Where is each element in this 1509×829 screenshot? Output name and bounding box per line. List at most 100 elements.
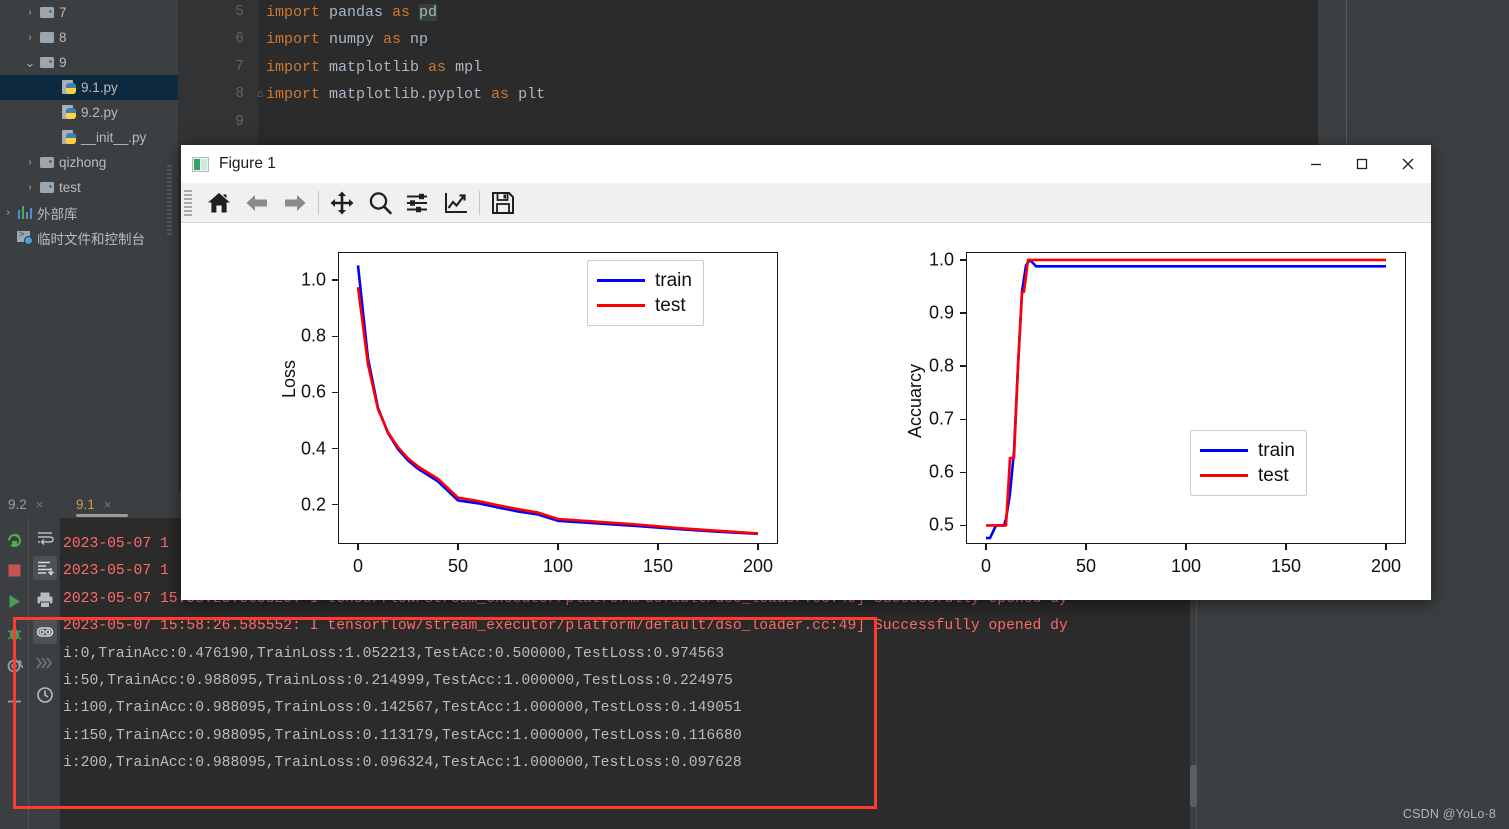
tree-item-临时文件和控制台[interactable]: 临时文件和控制台 (0, 225, 178, 250)
run-actions-gutter[interactable] (0, 518, 28, 829)
scroll-to-end-icon[interactable] (33, 556, 57, 580)
folder-icon (38, 32, 56, 43)
code-token: import (266, 31, 330, 49)
loss-plot-lines (356, 265, 759, 536)
run-icon[interactable] (6, 593, 23, 610)
console-tab-label: 9.1 (76, 496, 95, 512)
watermark: CSDN @YoLo·8 (1402, 807, 1496, 821)
code-token: as (392, 4, 420, 21)
tree-item-9.1.py[interactable]: 9.1.py (0, 75, 178, 100)
code-line[interactable]: import matplotlib as mpl (266, 59, 482, 76)
code-line[interactable]: import matplotlib.pyplot as plt (266, 86, 545, 103)
legend-swatch-train (597, 279, 645, 282)
configure-subplots-icon[interactable] (399, 186, 437, 220)
tree-item-label: __init__.py (81, 130, 147, 145)
console-tab-label: 9.2 (8, 496, 27, 512)
figure-app-icon (192, 156, 209, 172)
rerun-icon[interactable] (6, 532, 23, 549)
tree-item-label: test (59, 180, 81, 195)
add-icon[interactable] (6, 693, 23, 710)
code-token: import (266, 58, 330, 76)
figure-window[interactable]: Figure 1 Loss 0 50 100 150 200 0.2 0.4 0… (181, 145, 1431, 600)
x-tick-mark (457, 544, 459, 550)
settings-icon[interactable] (6, 658, 24, 675)
tree-item-外部库[interactable]: › 外部库 (0, 200, 178, 225)
skip-breakpoints-icon[interactable] (33, 651, 57, 675)
x-tick-label: 150 (1270, 556, 1302, 576)
tree-item-qizhong[interactable]: › qizhong (0, 150, 178, 175)
stop-icon[interactable] (6, 562, 23, 579)
x-tick-label: 0 (980, 556, 992, 576)
tree-item-7[interactable]: › 7 (0, 0, 178, 25)
save-figure-icon[interactable] (484, 186, 522, 220)
tree-item-label: 9 (59, 55, 67, 70)
edit-axis-curve-icon[interactable] (437, 186, 475, 220)
console-tab-9.1[interactable]: 9.1 × (76, 490, 128, 518)
console-tab-9.2[interactable]: 9.2 × (8, 490, 43, 518)
zoom-magnifier-icon[interactable] (361, 186, 399, 220)
back-arrow-icon[interactable] (238, 186, 276, 220)
minimize-button[interactable] (1293, 145, 1339, 183)
tree-item-test[interactable]: › test (0, 175, 178, 200)
line-number: 9 (235, 113, 244, 130)
code-line[interactable]: import pandas as pd (266, 4, 438, 21)
debug-icon[interactable] (6, 625, 23, 642)
x-tick-label: 200 (742, 556, 774, 576)
tree-disclosure-arrow[interactable]: › (0, 207, 16, 218)
soft-wrap-icon[interactable] (33, 526, 57, 550)
window-controls[interactable] (1293, 145, 1431, 183)
toolbar-separator-2 (479, 190, 480, 215)
console-vertical-scrollbar[interactable] (1190, 765, 1197, 807)
console-line: 2023-05-07 1 (63, 536, 169, 552)
tree-disclosure-arrow[interactable]: › (22, 32, 38, 43)
external-libraries-icon (16, 206, 34, 219)
code-line[interactable]: import numpy as np (266, 31, 428, 48)
tree-item-9.2.py[interactable]: 9.2.py (0, 100, 178, 125)
python-file-icon (60, 130, 78, 145)
y-tick-mark (960, 365, 966, 367)
y-tick-label: 0.5 (928, 514, 954, 535)
print-icon[interactable] (33, 588, 57, 612)
close-icon[interactable]: × (36, 497, 44, 512)
loss-legend: train test (587, 260, 704, 326)
legend-label-train: train (655, 269, 692, 291)
tree-item-label: 9.1.py (81, 80, 118, 95)
y-tick-mark (332, 447, 338, 450)
home-icon[interactable] (200, 186, 238, 220)
figure-title-bar[interactable]: Figure 1 (181, 145, 1431, 183)
tree-item-8[interactable]: › 8 (0, 25, 178, 50)
console-toolbar[interactable] (28, 518, 60, 829)
tree-disclosure-arrow[interactable]: ⌄ (22, 56, 38, 69)
x-tick-label: 0 (352, 556, 364, 576)
maximize-button[interactable] (1339, 145, 1385, 183)
tree-item-9[interactable]: ⌄ 9 (0, 50, 178, 75)
tree-item-label: qizhong (59, 155, 107, 170)
forward-arrow-icon[interactable] (276, 186, 314, 220)
console-line: i:200,TrainAcc:0.988095,TrainLoss:0.0963… (63, 754, 742, 771)
code-token: np (410, 31, 429, 49)
tree-item-__init__.py[interactable]: __init__.py (0, 125, 178, 150)
figure-toolbar[interactable] (181, 183, 1431, 223)
legend-swatch-test (1200, 474, 1248, 477)
toolbar-drag-grip[interactable] (184, 189, 192, 216)
tree-disclosure-arrow[interactable]: › (22, 157, 38, 168)
y-tick-mark (960, 312, 966, 314)
close-button[interactable] (1385, 145, 1431, 183)
code-fold-marker[interactable]: ⌂ (257, 88, 264, 100)
line-number: 8 (235, 86, 244, 103)
console-line: 2023-05-07 15:58:26.585552: I tensorflow… (63, 618, 1068, 635)
tree-disclosure-arrow[interactable]: › (22, 7, 38, 18)
close-icon[interactable]: × (104, 497, 112, 512)
folder-dot-icon (38, 157, 56, 168)
pan-move-icon[interactable] (323, 186, 361, 220)
use-console-icon[interactable] (33, 620, 57, 644)
tree-disclosure-arrow[interactable]: › (22, 182, 38, 193)
line-number: 5 (235, 4, 244, 20)
x-tick-label: 100 (1170, 556, 1202, 576)
folder-dot-icon (38, 57, 56, 68)
history-icon[interactable] (33, 683, 57, 707)
legend-label-test: test (655, 294, 686, 316)
figure-canvas[interactable]: Loss 0 50 100 150 200 0.2 0.4 0.6 0.8 1.0 train t… (181, 223, 1431, 600)
project-panel-resize-grip[interactable] (167, 165, 172, 235)
project-tree-panel: › 7 › 8 ⌄ 9 9.1.py 9.2.py __init__.py › qizhong › te… (0, 0, 178, 490)
